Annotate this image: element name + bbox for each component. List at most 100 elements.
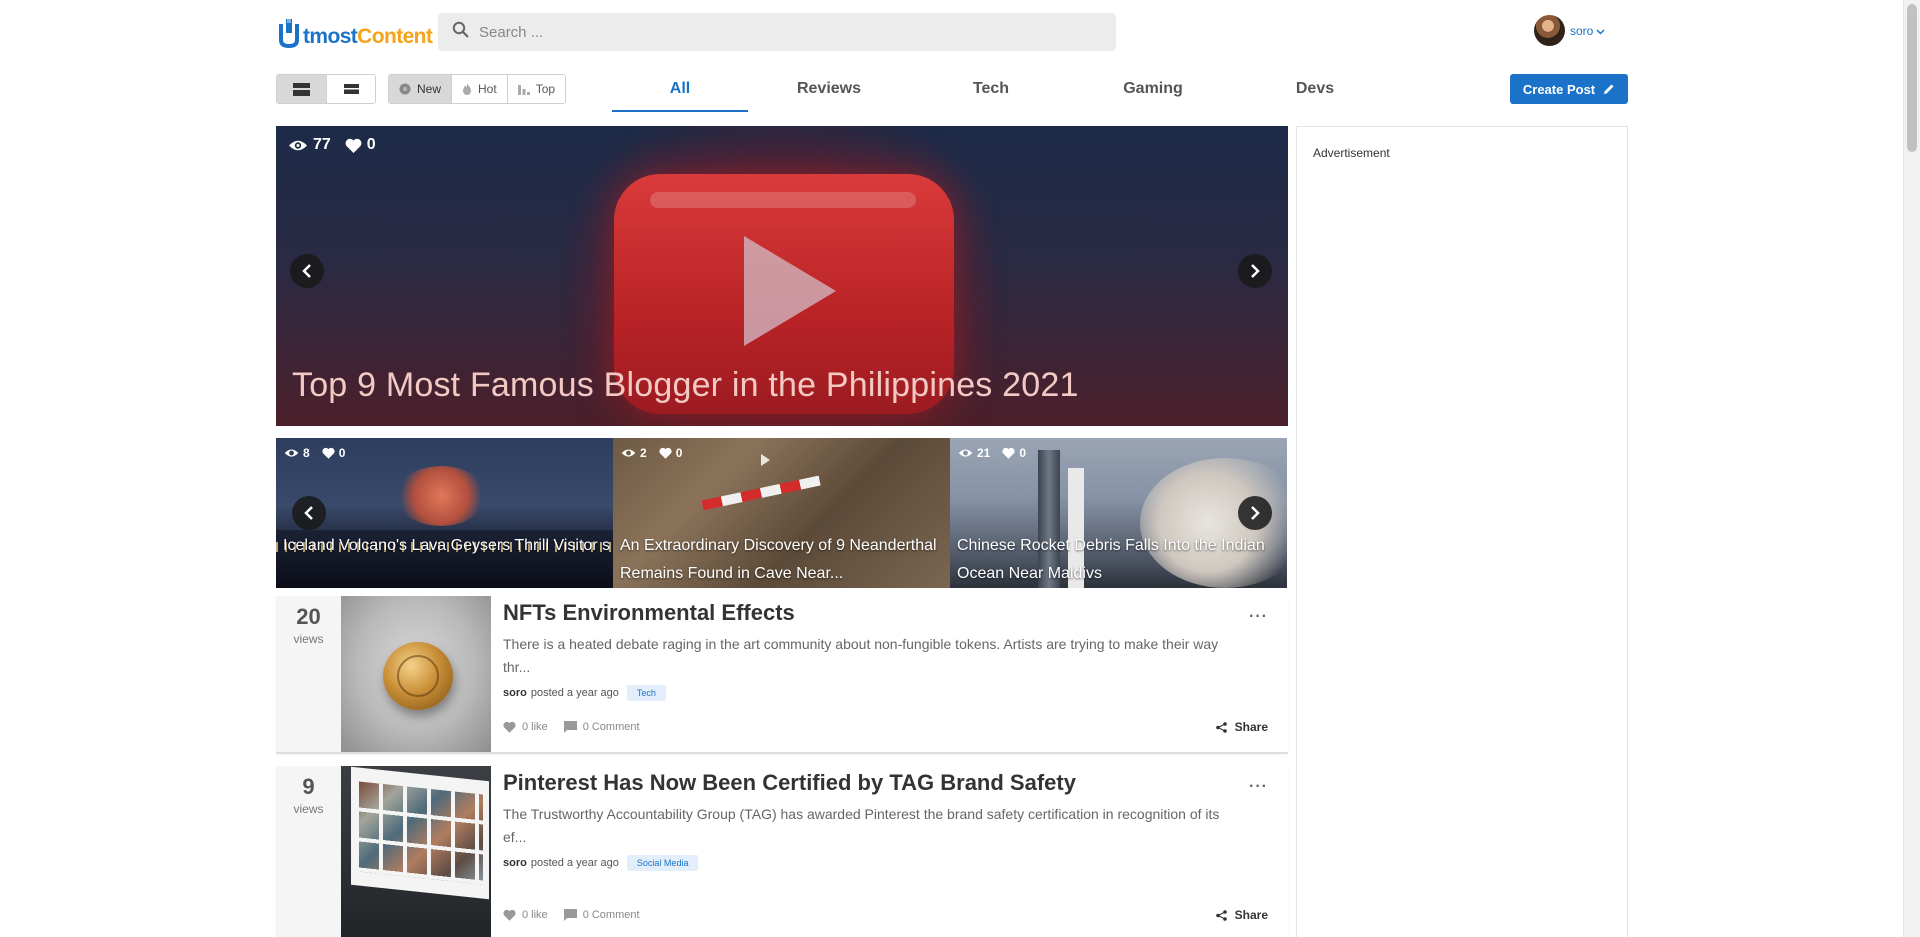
- sort-top-button[interactable]: Top: [506, 75, 566, 103]
- share-button[interactable]: Share: [1215, 720, 1268, 734]
- sort-new-label: New: [417, 82, 442, 96]
- tab-gaming[interactable]: Gaming: [1072, 74, 1234, 112]
- comment-button[interactable]: 0 Comment: [563, 721, 640, 733]
- card-views: 21: [977, 446, 991, 460]
- logo-mark-icon: [278, 18, 300, 49]
- carousel-card[interactable]: 8 0 Iceland Volcano's Lava Geysers Thril…: [276, 438, 613, 588]
- card-stats: 8 0: [284, 446, 345, 460]
- featured-post-hero[interactable]: 77 0 Top 9 Most Famous Blogger in the Ph…: [276, 126, 1288, 426]
- comment-count: 0 Comment: [582, 721, 640, 733]
- post-meta: soro posted a year ago Social Media: [503, 855, 1288, 871]
- eye-icon: [284, 449, 299, 457]
- carousel-prev-button[interactable]: [292, 496, 326, 530]
- scrollbar-thumb[interactable]: [1907, 4, 1917, 152]
- post-thumbnail[interactable]: [341, 766, 491, 937]
- chevron-down-icon[interactable]: [1596, 22, 1605, 40]
- chevron-right-icon: [1251, 264, 1260, 278]
- post-time: posted a year ago: [530, 687, 619, 699]
- card-likes: 0: [1019, 446, 1027, 460]
- post-views-count: 9: [302, 774, 315, 799]
- hero-next-button[interactable]: [1238, 254, 1272, 288]
- compact-view-button[interactable]: [326, 75, 375, 103]
- thumbnail-tiles: [359, 781, 483, 885]
- more-options-icon[interactable]: ···: [1249, 778, 1268, 796]
- post-views-label: views: [293, 632, 324, 646]
- tab-reviews[interactable]: Reviews: [748, 74, 910, 112]
- like-count: 0 like: [522, 909, 548, 921]
- heart-icon: [503, 909, 516, 921]
- post-views-label: views: [293, 802, 324, 816]
- more-options-icon[interactable]: ···: [1249, 608, 1268, 626]
- logo-text-part1: tmost: [303, 25, 358, 48]
- card-views: 8: [303, 446, 310, 460]
- user-menu[interactable]: soro: [1534, 15, 1605, 46]
- share-label: Share: [1234, 908, 1268, 922]
- post-views: 20 views: [276, 596, 341, 752]
- post-tag[interactable]: Social Media: [626, 855, 699, 871]
- share-button[interactable]: Share: [1215, 908, 1268, 922]
- post-title[interactable]: Pinterest Has Now Been Certified by TAG …: [503, 770, 1288, 796]
- hero-views: 77: [313, 136, 331, 153]
- like-button[interactable]: 0 like: [503, 721, 548, 733]
- card-likes: 0: [675, 446, 683, 460]
- user-name[interactable]: soro: [1570, 24, 1593, 38]
- share-icon: [1215, 909, 1227, 921]
- site-logo[interactable]: tmostContent: [278, 12, 433, 49]
- carousel-card[interactable]: 2 0 An Extraordinary Discovery of 9 Nean…: [613, 438, 950, 588]
- card-likes: 0: [338, 446, 346, 460]
- card-title[interactable]: Iceland Volcano's Lava Geysers Thrill Vi…: [283, 532, 613, 560]
- comment-button[interactable]: 0 Comment: [563, 909, 640, 921]
- pencil-icon: [1604, 84, 1614, 94]
- heart-icon: [1002, 447, 1015, 459]
- hero-graphic-bar: [650, 192, 916, 208]
- comment-icon: [563, 909, 577, 921]
- hero-prev-button[interactable]: [290, 254, 324, 288]
- post-thumbnail[interactable]: [341, 596, 491, 752]
- search-placeholder: Search ...: [479, 23, 544, 41]
- tab-all[interactable]: All: [612, 74, 748, 112]
- view-toggle: [276, 74, 376, 104]
- category-tabs: All Reviews Tech Gaming Devs: [612, 74, 1396, 112]
- thumbnail-coin: [383, 642, 453, 710]
- post-views: 9 views: [276, 766, 341, 937]
- search-icon: [452, 21, 469, 43]
- card-image-smoke: [396, 466, 486, 526]
- post-views-count: 20: [296, 604, 321, 629]
- post-actions: 0 like 0 Comment Share: [503, 720, 1268, 734]
- like-count: 0 like: [522, 721, 548, 733]
- tab-tech[interactable]: Tech: [910, 74, 1072, 112]
- share-icon: [1215, 721, 1227, 733]
- avatar[interactable]: [1534, 15, 1565, 46]
- heart-icon: [322, 447, 335, 459]
- card-title[interactable]: An Extraordinary Discovery of 9 Neandert…: [620, 532, 950, 588]
- carousel-card[interactable]: 21 0 Chinese Rocket Debris Falls Into th…: [950, 438, 1287, 588]
- post-item[interactable]: 20 views NFTs Environmental Effects Ther…: [276, 596, 1288, 754]
- post-tag[interactable]: Tech: [626, 685, 666, 701]
- post-author[interactable]: soro: [503, 687, 527, 699]
- thumbnail-coin-inner: [397, 655, 439, 697]
- heart-icon: [659, 447, 672, 459]
- carousel-next-button[interactable]: [1238, 496, 1272, 530]
- post-author[interactable]: soro: [503, 857, 527, 869]
- like-button[interactable]: 0 like: [503, 909, 548, 921]
- sort-toggle: New Hot Top: [388, 74, 567, 104]
- search-input[interactable]: Search ...: [438, 13, 1116, 51]
- sort-hot-button[interactable]: Hot: [451, 75, 507, 103]
- post-meta: soro posted a year ago Tech: [503, 685, 1288, 701]
- post-excerpt: The Trustworthy Accountability Group (TA…: [503, 806, 1220, 845]
- card-view-button[interactable]: [277, 75, 326, 103]
- new-icon: [399, 83, 411, 95]
- chevron-right-icon: [1251, 506, 1260, 520]
- hero-title[interactable]: Top 9 Most Famous Blogger in the Philipp…: [292, 366, 1079, 405]
- post-carousel: 8 0 Iceland Volcano's Lava Geysers Thril…: [276, 438, 1288, 588]
- post-item[interactable]: 9 views Pinterest Has Now Been Certified…: [276, 766, 1288, 937]
- comment-count: 0 Comment: [582, 909, 640, 921]
- sort-new-button[interactable]: New: [389, 75, 452, 103]
- card-title[interactable]: Chinese Rocket Debris Falls Into the Ind…: [957, 532, 1287, 588]
- post-title[interactable]: NFTs Environmental Effects: [503, 600, 1288, 626]
- tab-devs[interactable]: Devs: [1234, 74, 1396, 112]
- comment-icon: [563, 721, 577, 733]
- page-scrollbar[interactable]: [1903, 0, 1920, 937]
- card-image-flag: [761, 454, 770, 466]
- create-post-button[interactable]: Create Post: [1510, 74, 1628, 104]
